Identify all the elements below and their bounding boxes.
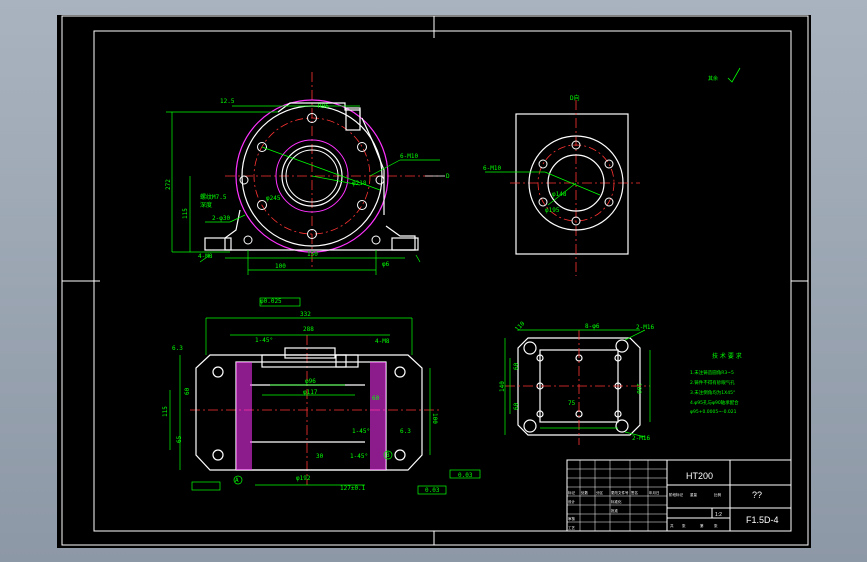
tech-requirements-title: 技 术 要 求	[712, 352, 742, 360]
top-datum-b: B	[386, 452, 390, 459]
top-dim-roughness: 6.3	[172, 345, 183, 352]
front-dim-height: 272	[165, 179, 172, 190]
svg-text:设计: 设计	[568, 499, 576, 504]
front-dim-center-height: 115	[182, 208, 189, 219]
roughness-symbol: 其余	[708, 67, 741, 83]
top-dim-overall-length: 332	[300, 311, 311, 318]
top-dim-bore: φ96	[305, 378, 316, 385]
bottom-dim-corner: 110	[514, 320, 527, 333]
tech-requirements: 技 术 要 求 1.未注铸造圆角R3~5 2.铸件不得有砂眼气孔 3.未注倒角均…	[690, 352, 742, 415]
svg-text:张: 张	[714, 523, 718, 528]
tech-line-1: 1.未注铸造圆角R3~5	[690, 369, 734, 376]
bottom-dim-inner-width: 75	[568, 400, 576, 407]
top-dim-tolerance: φ0.025	[260, 298, 282, 305]
svg-text:共: 共	[670, 523, 674, 528]
front-dim-depth: 深度	[200, 201, 212, 209]
top-dim-left-1: 60	[184, 387, 191, 395]
side-dim-bolt-circle: φ148	[552, 191, 567, 198]
top-dim-chamfer-1: 1-45°	[255, 337, 273, 344]
svg-text:标准化: 标准化	[611, 499, 622, 504]
top-view: 332 288 φ0.025 6.3 1-45° φ96 φ117 4-M8 6…	[162, 297, 481, 495]
front-dim-base-holes: 4-M8	[198, 253, 213, 260]
outer-frame	[61, 15, 809, 546]
front-view: 12.5 272 115 100 150 4-M8 2-φ30 6-M10 φ2…	[165, 72, 450, 275]
inner-frame	[93, 30, 792, 532]
side-dim-threaded-holes: 6-M10	[483, 165, 501, 172]
front-dim-base-full: 150	[307, 251, 318, 258]
side-dim-outer-circle: φ195	[545, 207, 560, 214]
top-dim-inner-width: 30	[316, 453, 324, 460]
side-view-title: D向	[570, 94, 580, 102]
part-name: ??	[752, 490, 762, 500]
top-dim-left-3: 115	[162, 406, 169, 417]
drawing-sheet: 12.5 272 115 100 150 4-M8 2-φ30 6-M10 φ2…	[57, 15, 811, 548]
svg-text:处数: 处数	[581, 490, 589, 495]
svg-text:阶段标记: 阶段标记	[669, 492, 683, 497]
tech-line-3: 3.未注倒角均为1X45°	[690, 389, 735, 396]
front-dim-radius: R95	[318, 103, 329, 110]
svg-text:标记: 标记	[568, 490, 576, 495]
side-view: D向 6-M10 φ148 φ195	[483, 94, 640, 276]
svg-text:分区: 分区	[596, 490, 604, 495]
front-dim-outer-circle: φ245	[266, 195, 281, 202]
top-dim-right-2: 100	[431, 413, 438, 424]
bottom-dim-right: 100	[635, 383, 642, 394]
tech-line-5: φ95+0.0005~-0.021	[690, 409, 737, 415]
svg-text:更改文件号: 更改文件号	[611, 490, 629, 495]
bottom-view: 110 8-φ6 2-M16 140 60 100 75 60 2-M16	[499, 320, 654, 445]
drawing-number: F1.5D-4	[746, 515, 779, 525]
top-dim-chamfer-3: 1-45°	[350, 453, 368, 460]
bottom-dim-inner-1: 60	[513, 362, 520, 370]
bottom-dim-threaded-bottom: 2-M16	[632, 435, 650, 442]
bottom-dim-holes: 8-φ6	[585, 323, 600, 330]
scale-value: 1:2	[715, 512, 722, 518]
svg-text:签名: 签名	[631, 490, 638, 495]
svg-text:第: 第	[700, 523, 704, 528]
front-view-arrow-label: D	[446, 173, 450, 180]
top-dim-bore-outer: φ117	[303, 389, 318, 396]
front-dim-base-width: 100	[275, 263, 286, 270]
front-dim-small-hole: φ6	[382, 261, 390, 268]
top-dim-inner-length: 288	[303, 326, 314, 333]
top-dim-tol-bottom: 0.03	[425, 487, 440, 494]
bottom-dim-inner-2: 60	[513, 402, 520, 410]
top-dim-threaded-holes: 4-M8	[375, 338, 390, 345]
front-dim-roughness: 12.5	[220, 98, 235, 105]
material-label: HT200	[686, 471, 713, 481]
svg-text:工艺: 工艺	[568, 525, 576, 530]
top-dim-center-distance: 127±0.1	[340, 485, 366, 492]
front-dim-threaded-holes: 6-M10	[400, 153, 418, 160]
top-dim-chamfer-2: 1-45°	[352, 428, 370, 435]
title-block: 标记 处数 分区 更改文件号 签名 年月日 设计 审核 工艺 标准化 批准 阶段…	[566, 459, 792, 532]
tech-line-4: 4.φ95孔与φ90轴承配合	[690, 399, 739, 406]
front-dim-pin-holes: 2-φ30	[212, 215, 230, 222]
front-dim-thread: 螺纹M7.5	[200, 193, 227, 201]
top-dim-roughness-2: 6.3	[400, 428, 411, 435]
svg-text:批准: 批准	[611, 508, 619, 513]
drawing-canvas: 12.5 272 115 100 150 4-M8 2-φ30 6-M10 φ2…	[61, 15, 809, 546]
svg-text:其余: 其余	[708, 75, 718, 82]
cad-viewport[interactable]: 12.5 272 115 100 150 4-M8 2-φ30 6-M10 φ2…	[0, 0, 867, 562]
svg-text:审核: 审核	[568, 516, 576, 521]
top-dim-right-1: 60	[372, 395, 380, 402]
centering-marks	[62, 16, 808, 545]
svg-text:年月日: 年月日	[649, 490, 660, 495]
bottom-dim-threaded-top: 2-M16	[636, 324, 654, 331]
svg-text:比例: 比例	[714, 492, 722, 497]
top-dim-left-2: 65	[176, 435, 183, 443]
front-dim-bolt-circle: φ218	[352, 180, 367, 187]
bottom-dim-height: 140	[499, 381, 506, 392]
svg-text:张: 张	[682, 523, 686, 528]
top-dim-bottom-bore: φ192	[296, 475, 311, 482]
tech-line-2: 2.铸件不得有砂眼气孔	[690, 379, 735, 386]
svg-text:重量: 重量	[690, 492, 698, 497]
